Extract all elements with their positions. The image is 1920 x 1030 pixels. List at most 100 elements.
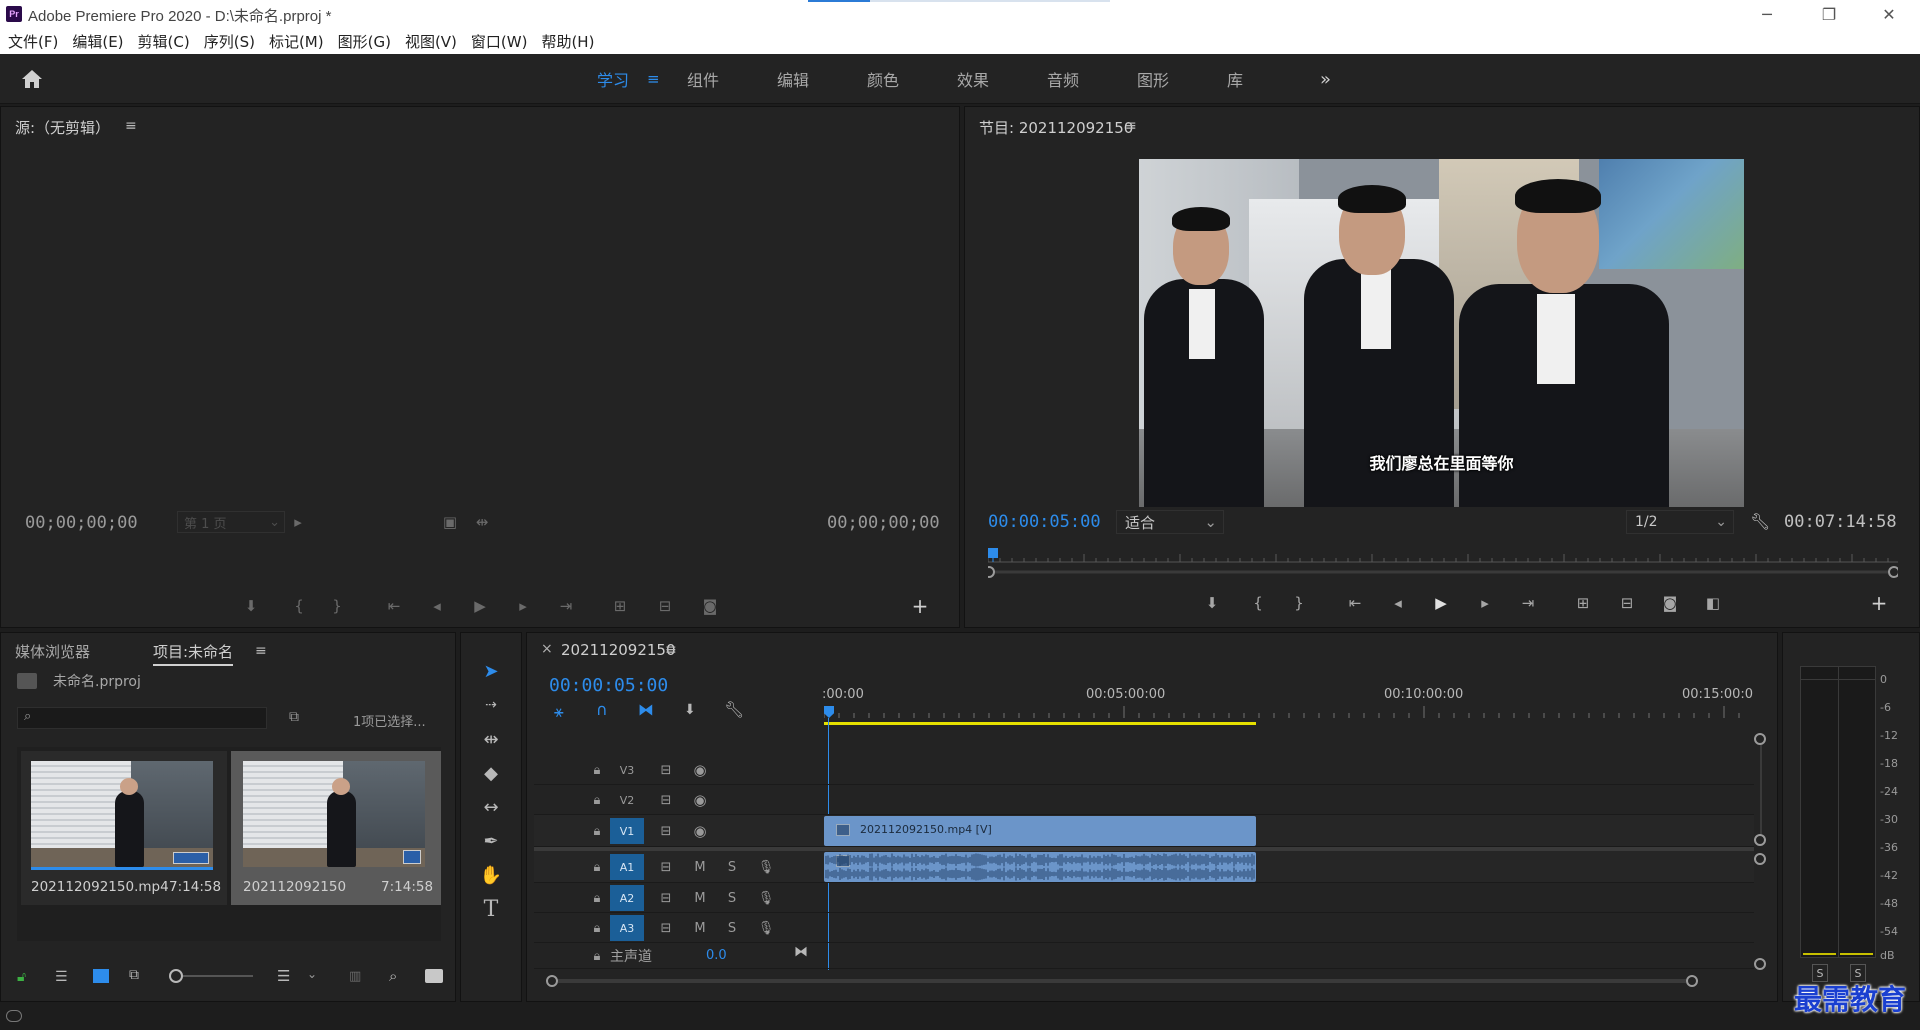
sync-lock-icon[interactable]: ⊟ bbox=[656, 888, 676, 908]
source-panel-menu-icon[interactable]: ≡ bbox=[125, 118, 137, 134]
sort-icon[interactable]: ☰ bbox=[277, 967, 290, 985]
program-panel-menu-icon[interactable]: ≡ bbox=[1125, 118, 1137, 134]
workspace-tab-assembly[interactable]: 组件 bbox=[687, 54, 719, 104]
extract-icon[interactable]: ⊟ bbox=[1614, 590, 1640, 616]
type-tool-icon[interactable]: T bbox=[476, 894, 506, 924]
tab-media-browser[interactable]: 媒体浏览器 bbox=[15, 641, 90, 662]
add-marker-icon[interactable]: ⬇ bbox=[684, 702, 696, 718]
menu-help[interactable]: 帮助(H) bbox=[541, 31, 594, 52]
step-forward-icon[interactable]: ▸ bbox=[510, 593, 536, 619]
freeform-view-icon[interactable]: ⧉ bbox=[129, 967, 139, 983]
go-to-out-icon[interactable]: ⇥ bbox=[553, 593, 579, 619]
track-label-a3[interactable]: A3 bbox=[610, 915, 644, 941]
close-icon[interactable]: ✕ bbox=[1866, 0, 1912, 28]
audio-scroll-bottom[interactable] bbox=[1754, 958, 1766, 970]
master-volume-value[interactable]: 0.0 bbox=[706, 948, 727, 963]
eye-icon[interactable]: ◉ bbox=[690, 760, 710, 780]
menu-edit[interactable]: 编辑(E) bbox=[72, 31, 123, 52]
play-small-icon[interactable]: ▸ bbox=[285, 509, 311, 535]
add-marker-icon[interactable]: ⬇ bbox=[1199, 590, 1225, 616]
workspace-menu-icon[interactable]: ≡ bbox=[647, 54, 660, 104]
workspace-tab-libraries[interactable]: 库 bbox=[1227, 54, 1243, 104]
program-add-button-icon[interactable]: + bbox=[1866, 590, 1892, 616]
mark-in-icon[interactable]: { bbox=[1245, 590, 1271, 616]
ripple-edit-tool-icon[interactable]: ⇹ bbox=[476, 724, 506, 754]
hand-tool-icon[interactable]: ✋ bbox=[476, 860, 506, 890]
automate-icon[interactable]: ▥ bbox=[349, 969, 361, 984]
timeline-menu-icon[interactable]: ≡ bbox=[665, 642, 677, 658]
solo-button[interactable]: S bbox=[722, 888, 742, 908]
add-marker-icon[interactable]: ⬇ bbox=[238, 593, 264, 619]
lock-icon[interactable]: 🔒︎ bbox=[587, 918, 607, 938]
timeline-ruler[interactable] bbox=[823, 704, 1752, 718]
source-page-select[interactable]: 第 1 页 ⌄ bbox=[177, 511, 285, 533]
source-add-button-icon[interactable]: + bbox=[907, 593, 933, 619]
compare-view-icon[interactable]: ◧ bbox=[1700, 590, 1726, 616]
mark-out-icon[interactable]: } bbox=[324, 593, 350, 619]
sync-lock-icon[interactable]: ⊟ bbox=[656, 790, 676, 810]
track-label-v1[interactable]: V1 bbox=[610, 818, 644, 844]
snap-icon[interactable]: ∩ bbox=[596, 700, 608, 719]
project-panel-menu-icon[interactable]: ≡ bbox=[255, 643, 267, 659]
solo-button[interactable]: S bbox=[722, 918, 742, 938]
vertical-scroll-top[interactable] bbox=[1754, 733, 1766, 745]
mark-out-icon[interactable]: } bbox=[1286, 590, 1312, 616]
new-search-bin-icon[interactable]: ⧉ bbox=[289, 709, 309, 727]
go-to-edit-icon[interactable]: ⧓ bbox=[794, 944, 808, 960]
menu-view[interactable]: 视图(V) bbox=[405, 31, 457, 52]
insert-icon[interactable]: ⊞ bbox=[607, 593, 633, 619]
track-label-v3[interactable]: V3 bbox=[610, 757, 644, 783]
horizontal-scroll-right[interactable] bbox=[1686, 975, 1698, 987]
track-select-tool-icon[interactable]: ⇢ bbox=[476, 690, 506, 720]
lock-icon[interactable]: 🔒︎ bbox=[587, 790, 607, 810]
go-to-in-icon[interactable]: ⇤ bbox=[1342, 590, 1368, 616]
step-forward-icon[interactable]: ▸ bbox=[1472, 590, 1498, 616]
nest-toggle-icon[interactable]: ⚹ bbox=[554, 702, 564, 722]
export-frame-icon[interactable]: ◙ bbox=[697, 593, 723, 619]
track-label-a2[interactable]: A2 bbox=[610, 885, 644, 911]
razor-tool-icon[interactable]: ◆ bbox=[476, 758, 506, 788]
workspace-tab-graphics[interactable]: 图形 bbox=[1137, 54, 1169, 104]
linked-selection-icon[interactable]: ⧓ bbox=[638, 700, 654, 719]
program-scrubber[interactable] bbox=[983, 548, 1900, 578]
sync-lock-icon[interactable]: ⊟ bbox=[656, 760, 676, 780]
close-sequence-icon[interactable]: × bbox=[541, 641, 553, 657]
new-bin-icon[interactable] bbox=[425, 969, 443, 983]
menu-graphics[interactable]: 图形(G) bbox=[338, 31, 391, 52]
slip-tool-icon[interactable]: ↔ bbox=[476, 792, 506, 822]
audio-clip[interactable] bbox=[824, 852, 1256, 882]
step-back-icon[interactable]: ◂ bbox=[1385, 590, 1411, 616]
source-trim-icon[interactable]: ⇹ bbox=[469, 509, 495, 535]
sync-lock-icon[interactable]: ⊟ bbox=[656, 821, 676, 841]
menu-clip[interactable]: 剪辑(C) bbox=[138, 31, 190, 52]
zoom-slider-track[interactable] bbox=[183, 975, 253, 977]
creative-cloud-icon[interactable] bbox=[6, 1010, 22, 1022]
mute-button[interactable]: M bbox=[690, 918, 710, 938]
chevron-down-icon[interactable]: ⌄ bbox=[307, 967, 317, 981]
play-icon[interactable]: ▶ bbox=[1428, 590, 1454, 616]
minimize-icon[interactable]: ─ bbox=[1744, 0, 1790, 28]
home-icon[interactable] bbox=[20, 68, 44, 90]
export-frame-icon[interactable]: ◙ bbox=[1657, 590, 1683, 616]
eye-icon[interactable]: ◉ bbox=[690, 790, 710, 810]
zoom-slider-handle[interactable] bbox=[169, 969, 183, 983]
lock-icon[interactable]: 🔒︎ bbox=[587, 857, 607, 877]
workspace-tab-learn[interactable]: 学习 bbox=[597, 54, 629, 104]
workspace-tab-color[interactable]: 颜色 bbox=[867, 54, 899, 104]
lock-icon[interactable]: 🔒︎ bbox=[587, 760, 607, 780]
vertical-scroll-bottom[interactable] bbox=[1754, 834, 1766, 846]
menu-sequence[interactable]: 序列(S) bbox=[204, 31, 255, 52]
lift-icon[interactable]: ⊞ bbox=[1570, 590, 1596, 616]
vertical-scroll-track[interactable] bbox=[1760, 745, 1762, 834]
sequence-tab-title[interactable]: 202112092150 bbox=[561, 641, 676, 659]
find-icon[interactable]: ⌕ bbox=[389, 967, 397, 985]
pen-tool-icon[interactable]: ✒ bbox=[476, 826, 506, 856]
menu-file[interactable]: 文件(F) bbox=[8, 31, 58, 52]
lock-icon[interactable]: 🔒︎ bbox=[587, 888, 607, 908]
restore-icon[interactable]: ❐ bbox=[1806, 0, 1852, 28]
microphone-icon[interactable]: 🎙︎ bbox=[756, 918, 776, 938]
mute-button[interactable]: M bbox=[690, 857, 710, 877]
microphone-icon[interactable]: 🎙︎ bbox=[756, 857, 776, 877]
timeline-settings-wrench-icon[interactable]: 🔧︎ bbox=[724, 700, 744, 719]
workspace-tab-effects[interactable]: 效果 bbox=[957, 54, 989, 104]
